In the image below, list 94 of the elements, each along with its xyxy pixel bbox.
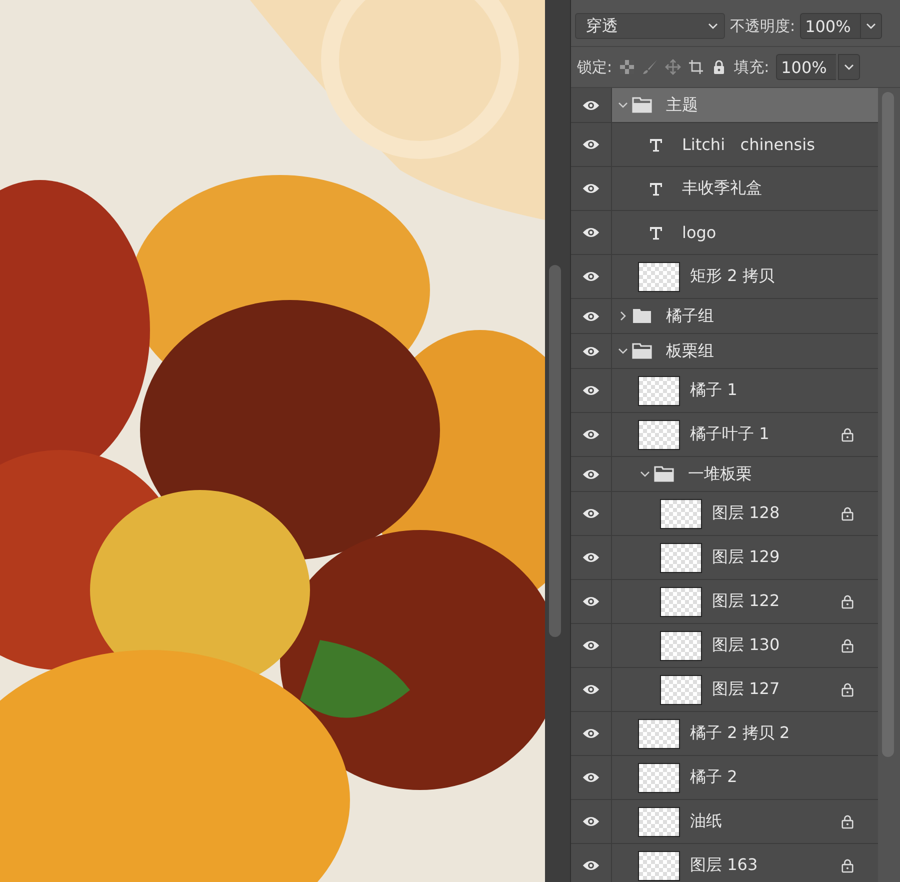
layer-thumbnail	[638, 850, 680, 880]
eye-icon[interactable]	[582, 138, 600, 151]
layer-name: 板栗组	[666, 340, 714, 362]
layer-row[interactable]: 图层 129	[571, 536, 878, 580]
layer-name: 橘子 2	[690, 767, 738, 788]
caret-icon	[866, 23, 876, 29]
layer-thumbnail	[660, 498, 702, 528]
layer-row[interactable]: 橘子 1	[571, 369, 878, 413]
eye-icon[interactable]	[582, 595, 600, 608]
opacity-field[interactable]: 100%	[800, 13, 860, 39]
eye-icon[interactable]	[582, 639, 600, 652]
layer-thumbnail	[638, 262, 680, 292]
text-layer-icon	[648, 224, 664, 240]
eye-icon[interactable]	[582, 270, 600, 283]
layer-thumbnail	[660, 630, 702, 660]
layer-row[interactable]: 橘子 2 拷贝 2	[571, 712, 878, 756]
layer-row[interactable]: 图层 122	[571, 580, 878, 624]
eye-icon[interactable]	[582, 683, 600, 696]
eye-icon[interactable]	[582, 551, 600, 564]
lock-label: 锁定:	[577, 58, 612, 76]
layer-row[interactable]: Litchi chinensis	[571, 123, 878, 167]
layer-name: 图层 163	[690, 855, 758, 876]
caret-icon[interactable]	[618, 346, 628, 356]
eye-icon[interactable]	[582, 507, 600, 520]
eye-icon[interactable]	[582, 310, 600, 322]
folder-icon	[632, 343, 652, 359]
layer-row[interactable]: 矩形 2 拷贝	[571, 255, 878, 299]
caret-icon	[844, 64, 854, 70]
layer-row[interactable]: logo	[571, 211, 878, 255]
layer-name: 橘子 1	[690, 380, 738, 401]
eye-icon[interactable]	[582, 344, 600, 358]
layer-name: Litchi chinensis	[682, 135, 815, 154]
layer-thumbnail	[638, 806, 680, 836]
layer-thumbnail	[638, 420, 680, 450]
eye-icon[interactable]	[582, 384, 600, 397]
layer-name: 橘子组	[666, 306, 714, 326]
layer-thumbnail	[660, 674, 702, 704]
folder-icon	[654, 466, 674, 482]
caret-icon	[708, 23, 718, 29]
layer-row[interactable]: 橘子叶子 1	[571, 413, 878, 457]
layer-row[interactable]: 丰收季礼盒	[571, 167, 878, 211]
layer-name: 丰收季礼盒	[682, 178, 762, 199]
eye-icon[interactable]	[582, 468, 600, 480]
layer-row[interactable]: 一堆板栗	[571, 457, 878, 492]
layer-name: 图层 127	[712, 679, 780, 700]
layer-row[interactable]: 图层 163	[571, 844, 878, 882]
crop-icon[interactable]	[688, 59, 704, 75]
eye-icon[interactable]	[582, 226, 600, 239]
scrollbar-thumb[interactable]	[549, 265, 561, 637]
text-layer-icon	[648, 180, 664, 196]
folder-icon	[632, 97, 652, 113]
layer-row[interactable]: 图层 130	[571, 624, 878, 668]
scrollbar-thumb[interactable]	[882, 92, 894, 757]
layer-name: logo	[682, 223, 716, 242]
fill-dropdown-button[interactable]	[838, 54, 860, 80]
caret-icon[interactable]	[640, 469, 650, 479]
opacity-dropdown-button[interactable]	[860, 13, 882, 39]
fill-label: 填充:	[734, 58, 770, 76]
caret-icon[interactable]	[618, 311, 628, 321]
layer-name: 图层 122	[712, 591, 780, 612]
layer-name: 一堆板栗	[688, 464, 752, 484]
layer-row[interactable]: 油纸	[571, 800, 878, 844]
caret-icon[interactable]	[618, 100, 628, 110]
opacity-label: 不透明度:	[730, 16, 796, 36]
blend-mode-dropdown[interactable]: 穿透	[575, 13, 725, 39]
layer-name: 橘子 2 拷贝 2	[690, 723, 790, 744]
layer-row[interactable]: 橘子 2	[571, 756, 878, 800]
layer-row[interactable]: 主题	[571, 88, 878, 123]
layer-row[interactable]: 图层 127	[571, 668, 878, 712]
eye-icon[interactable]	[582, 428, 600, 441]
layer-thumbnail	[660, 542, 702, 572]
layer-thumbnail	[638, 376, 680, 406]
layer-name: 主题	[666, 94, 698, 116]
fill-field[interactable]: 100%	[776, 54, 836, 80]
layer-name: 橘子叶子 1	[690, 424, 770, 445]
eye-icon[interactable]	[582, 98, 600, 112]
layer-name: 图层 130	[712, 635, 780, 656]
eye-icon[interactable]	[582, 727, 600, 740]
folder-icon	[632, 308, 652, 324]
eye-icon[interactable]	[582, 815, 600, 828]
layer-name: 矩形 2 拷贝	[690, 266, 774, 287]
eye-icon[interactable]	[582, 771, 600, 784]
layer-thumbnail	[660, 586, 702, 616]
layer-name: 油纸	[690, 811, 722, 832]
eye-icon[interactable]	[582, 859, 600, 872]
layer-thumbnail	[638, 718, 680, 748]
layer-name: 图层 129	[712, 547, 780, 568]
layer-name: 图层 128	[712, 503, 780, 524]
layer-thumbnail	[638, 762, 680, 792]
layer-row[interactable]: 板栗组	[571, 334, 878, 369]
eye-icon[interactable]	[582, 182, 600, 195]
layer-row[interactable]: 橘子组	[571, 299, 878, 334]
layer-row[interactable]: 图层 128	[571, 492, 878, 536]
text-layer-icon	[648, 136, 664, 152]
